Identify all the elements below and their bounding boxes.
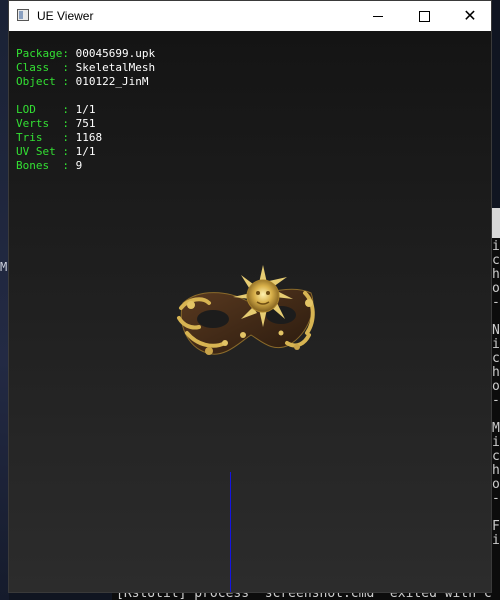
verts-label: Verts :	[16, 117, 69, 130]
window-title: UE Viewer	[37, 9, 94, 23]
uvset-value: 1/1	[75, 145, 96, 158]
console-text: i c h o - N i c h o - M i c h o - F i	[492, 239, 500, 548]
app-icon	[17, 9, 29, 21]
bones-label: Bones :	[16, 159, 69, 172]
console-scrollbar[interactable]	[491, 208, 500, 238]
class-value: SkeletalMesh	[75, 61, 156, 74]
mask-model[interactable]	[169, 263, 319, 363]
title-bar[interactable]: UE Viewer ✕	[9, 1, 491, 31]
maximize-icon	[418, 10, 430, 22]
package-label: Package:	[16, 47, 69, 60]
background-text: M	[0, 260, 8, 274]
uvset-label: UV Set :	[16, 145, 69, 158]
lod-value: 1/1	[75, 103, 96, 116]
minimize-button[interactable]	[355, 1, 401, 31]
lod-label: LOD :	[16, 103, 69, 116]
tris-label: Tris :	[16, 131, 69, 144]
object-label: Object :	[16, 75, 69, 88]
maximize-button[interactable]	[401, 1, 447, 31]
verts-value: 751	[75, 117, 96, 130]
mesh-info-panel: Package: 00045699.upk Class : SkeletalMe…	[16, 47, 155, 173]
package-value: 00045699.upk	[75, 47, 156, 60]
mesh-viewport[interactable]: Package: 00045699.upk Class : SkeletalMe…	[9, 31, 491, 592]
bones-value: 9	[75, 159, 83, 172]
ue-viewer-window[interactable]: UE Viewer ✕ Package: 00045699.upk Class …	[8, 0, 492, 593]
tris-value: 1168	[75, 131, 103, 144]
close-icon: ✕	[463, 6, 477, 25]
close-button[interactable]: ✕	[447, 1, 493, 31]
minimize-icon	[373, 15, 383, 17]
class-label: Class :	[16, 61, 69, 74]
background-console: i c h o - N i c h o - M i c h o - F i	[491, 208, 500, 600]
axis-line	[230, 472, 231, 592]
object-value: 010122_JinM	[75, 75, 149, 88]
